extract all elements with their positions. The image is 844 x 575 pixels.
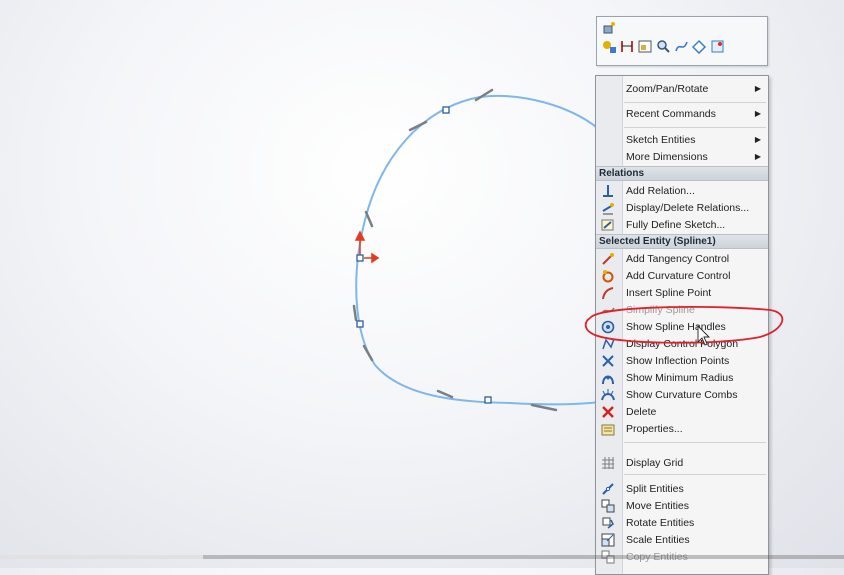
menu-item-move-entities[interactable]: Move Entities <box>596 497 768 514</box>
add-relation-icon <box>600 183 616 198</box>
menu-item-label: Properties... <box>626 422 683 435</box>
menu-item-show-inflection-points[interactable]: Show Inflection Points <box>596 352 768 369</box>
rotate-entities-icon <box>600 515 616 530</box>
menu-item-display-grid[interactable]: Display Grid <box>596 454 768 471</box>
section-header-selected-entity: Selected Entity (Spline1) <box>596 234 768 249</box>
trim-icon[interactable] <box>691 38 707 54</box>
menu-separator <box>624 127 766 128</box>
menu-item-label: Display Grid <box>626 456 684 469</box>
menu-item-display-control-polygon[interactable]: Display Control Polygon <box>596 335 768 352</box>
tangency-control-icon <box>600 251 616 266</box>
view-orientation-icon[interactable] <box>601 20 617 36</box>
display-grid-icon <box>600 455 616 470</box>
menu-item-simplify-spline[interactable]: Simplify Spline <box>596 301 768 318</box>
menu-item-label: Recent Commands <box>626 107 716 120</box>
menu-item-label: More Dimensions <box>626 150 708 163</box>
move-entities-icon <box>600 498 616 513</box>
menu-item-label: Add Curvature Control <box>626 269 731 282</box>
curvature-combs-icon <box>600 387 616 402</box>
menu-separator <box>624 442 766 443</box>
menu-item-label: Show Minimum Radius <box>626 371 734 384</box>
display-relations-icon <box>600 200 616 215</box>
menu-item-label: Show Spline Handles <box>626 320 726 333</box>
video-progress-bar[interactable] <box>0 555 844 559</box>
menu-item-label: Rotate Entities <box>626 516 695 529</box>
tangency-handles[interactable] <box>352 88 558 412</box>
menu-item-show-minimum-radius[interactable]: Show Minimum Radius <box>596 369 768 386</box>
menu-item-zoom-pan-rotate[interactable]: Zoom/Pan/Rotate ▶ <box>596 80 768 97</box>
zoom-icon[interactable] <box>655 38 671 54</box>
options-icon[interactable] <box>709 38 725 54</box>
properties-icon <box>600 421 616 436</box>
spline-tools-icon[interactable] <box>673 38 689 54</box>
submenu-arrow-icon: ▶ <box>754 135 761 144</box>
menu-item-scale-entities[interactable]: Scale Entities <box>596 531 768 548</box>
menu-item-more-dimensions[interactable]: More Dimensions ▶ <box>596 148 768 165</box>
menu-item-label: Move Entities <box>626 499 690 512</box>
context-toolbar <box>596 16 768 66</box>
add-relation-toolbar-icon[interactable] <box>601 38 617 54</box>
submenu-arrow-icon: ▶ <box>754 109 761 118</box>
menu-item-add-relation[interactable]: Add Relation... <box>596 182 768 199</box>
menu-item-delete[interactable]: Delete <box>596 403 768 420</box>
context-menu: Zoom/Pan/Rotate ▶ Recent Commands ▶ Sket… <box>595 75 769 575</box>
menu-item-label: Sketch Entities <box>626 133 696 146</box>
menu-item-sketch-entities[interactable]: Sketch Entities ▶ <box>596 131 768 148</box>
menu-item-fully-define-sketch[interactable]: Fully Define Sketch... <box>596 216 768 233</box>
scale-entities-icon <box>600 532 616 547</box>
menu-item-label: Delete <box>626 405 657 418</box>
split-entities-icon <box>600 481 616 496</box>
menu-item-rotate-entities[interactable]: Rotate Entities <box>596 514 768 531</box>
menu-item-label: Add Tangency Control <box>626 252 730 265</box>
menu-item-show-curvature-combs[interactable]: Show Curvature Combs <box>596 386 768 403</box>
menu-item-insert-spline-point[interactable]: Insert Spline Point <box>596 284 768 301</box>
menu-item-label: Simplify Spline <box>626 303 695 316</box>
submenu-arrow-icon: ▶ <box>754 152 761 161</box>
menu-item-properties[interactable]: Properties... <box>596 420 768 437</box>
menu-item-label: Show Inflection Points <box>626 354 730 367</box>
menu-item-display-delete-relations[interactable]: Display/Delete Relations... <box>596 199 768 216</box>
menu-item-label: Insert Spline Point <box>626 286 712 299</box>
simplify-spline-icon <box>600 302 616 317</box>
menu-separator <box>624 102 766 103</box>
spline-curve[interactable] <box>355 94 601 406</box>
menu-item-split-entities[interactable]: Split Entities <box>596 480 768 497</box>
delete-icon <box>600 404 616 419</box>
menu-item-add-curvature-control[interactable]: Add Curvature Control <box>596 267 768 284</box>
menu-item-label: Fully Define Sketch... <box>626 218 726 231</box>
section-header-relations: Relations <box>596 166 768 181</box>
smart-dimension-icon[interactable] <box>619 38 635 54</box>
insert-spline-point-icon <box>600 285 616 300</box>
video-progress-fill <box>0 555 203 559</box>
menu-item-label: Display Control Polygon <box>626 337 739 350</box>
menu-item-recent-commands[interactable]: Recent Commands ▶ <box>596 105 768 122</box>
control-polygon-icon <box>600 336 616 351</box>
fully-define-icon <box>600 217 616 232</box>
menu-item-label: Scale Entities <box>626 533 690 546</box>
minimum-radius-icon <box>600 370 616 385</box>
menu-item-add-tangency-control[interactable]: Add Tangency Control <box>596 250 768 267</box>
submenu-arrow-icon: ▶ <box>754 84 761 93</box>
inflection-points-icon <box>600 353 616 368</box>
curvature-control-icon <box>600 268 616 283</box>
menu-item-show-spline-handles[interactable]: Show Spline Handles <box>596 318 768 335</box>
spline-points[interactable] <box>356 106 492 404</box>
menu-item-label: Zoom/Pan/Rotate <box>626 82 709 95</box>
menu-item-label: Add Relation... <box>626 184 695 197</box>
menu-item-label: Split Entities <box>626 482 684 495</box>
menu-separator <box>624 474 766 475</box>
menu-item-label: Show Curvature Combs <box>626 388 738 401</box>
menu-item-label: Display/Delete Relations... <box>626 201 750 214</box>
spline-handles-icon <box>600 319 616 334</box>
sketch-picture-icon[interactable] <box>637 38 653 54</box>
